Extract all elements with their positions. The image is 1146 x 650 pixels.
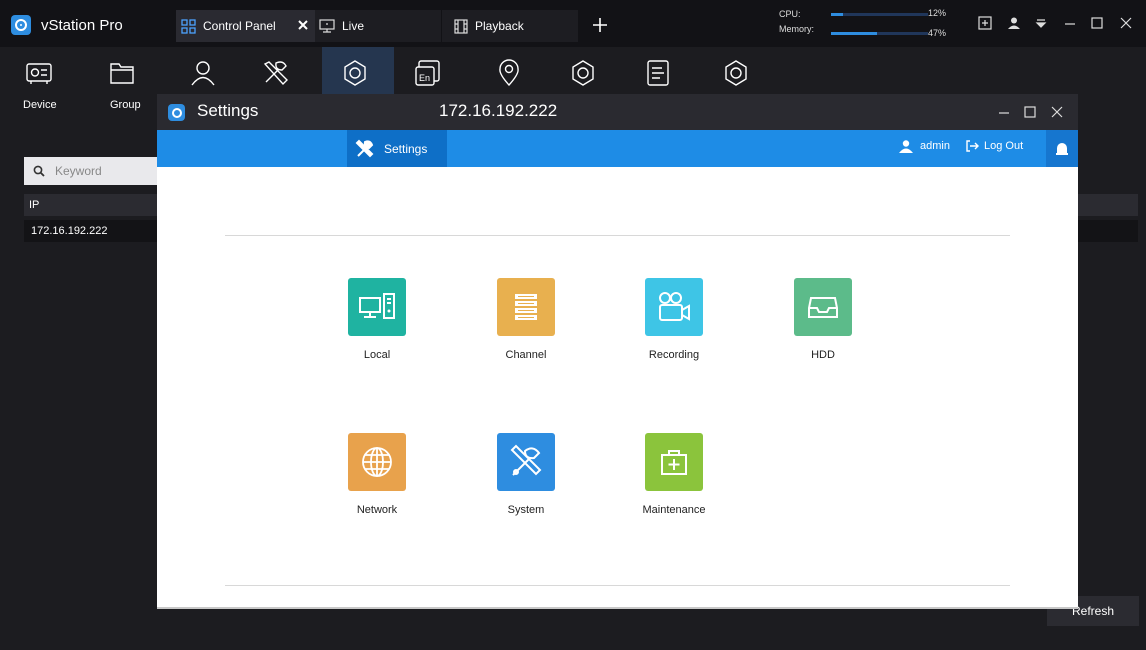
tab-label: Control Panel <box>203 19 276 33</box>
maximize-icon[interactable] <box>1090 16 1104 30</box>
tile-label: Channel <box>505 349 547 361</box>
settings-tile-maintenance[interactable]: Maintenance <box>624 433 724 543</box>
alarm-button[interactable] <box>1046 130 1078 167</box>
tile-label: Maintenance <box>642 504 706 516</box>
logout-icon <box>965 139 979 153</box>
app-logo-icon <box>11 15 31 35</box>
tab-settings[interactable]: Settings <box>347 130 447 167</box>
logout-label: Log Out <box>984 140 1024 152</box>
device-ip-title: 172.16.192.222 <box>439 101 558 120</box>
settings-tile-hdd[interactable]: HDD <box>773 278 873 388</box>
user-outline-icon[interactable] <box>188 58 218 88</box>
tab-control-panel[interactable]: Control Panel <box>176 10 315 42</box>
settings-tile-recording[interactable]: Recording <box>624 278 724 388</box>
search-placeholder: Keyword <box>55 164 102 178</box>
memory-usage-fill <box>831 32 877 35</box>
tools-icon <box>497 433 555 491</box>
settings-maximize-icon[interactable] <box>1023 105 1037 119</box>
film-icon <box>454 18 468 34</box>
user-icon[interactable] <box>1007 16 1021 30</box>
close-icon[interactable] <box>1119 16 1133 30</box>
settings-logo-icon <box>168 104 185 121</box>
settings-tile-channel[interactable]: Channel <box>476 278 576 388</box>
cpu-percent: 12% <box>928 8 947 18</box>
add-tab-icon[interactable] <box>592 17 608 33</box>
close-tab-icon[interactable] <box>296 18 310 32</box>
settings-minimize-icon[interactable] <box>997 105 1011 119</box>
tile-label: Network <box>356 504 398 516</box>
grid-icon <box>181 18 196 34</box>
tile-label: HDD <box>811 349 835 361</box>
memory-label: Memory: <box>779 24 815 34</box>
search-input[interactable]: Keyword <box>24 157 159 185</box>
location-pin-icon[interactable] <box>494 58 524 88</box>
settings-tile-network[interactable]: Network <box>327 433 427 543</box>
config-gear-icon[interactable] <box>568 58 598 88</box>
tab-playback[interactable]: Playback <box>442 10 578 42</box>
tile-label: System <box>507 504 545 516</box>
hdd-icon <box>794 278 852 336</box>
settings-nav-bar: Settings admin Log Out <box>157 130 1078 167</box>
channel-icon <box>497 278 555 336</box>
column-ip: IP <box>29 199 40 211</box>
settings-gear-icon[interactable] <box>340 58 370 88</box>
cpu-usage-fill <box>831 13 843 16</box>
app-window: vStation Pro Control Panel Live Playback <box>0 0 1146 650</box>
tab-settings-label: Settings <box>384 141 428 156</box>
memory-usage-bar <box>831 32 928 35</box>
settings-window: Settings 172.16.192.222 Settings admin L… <box>157 94 1078 609</box>
toolbox-icon <box>645 433 703 491</box>
search-icon <box>33 165 45 177</box>
cpu-label: CPU: <box>779 9 801 19</box>
layout-icon[interactable] <box>978 16 992 30</box>
tools-icon <box>355 139 375 159</box>
computer-icon <box>348 278 406 336</box>
monitor-icon <box>319 18 335 34</box>
settings-window-titlebar: Settings 172.16.192.222 <box>157 94 1078 130</box>
app-name: vStation Pro <box>41 16 123 34</box>
divider <box>225 235 1010 236</box>
current-user[interactable]: admin <box>899 139 950 153</box>
logout-button[interactable]: Log Out <box>965 139 1023 153</box>
camera-icon <box>645 278 703 336</box>
cpu-usage-bar <box>831 13 928 16</box>
user-icon <box>899 139 913 153</box>
title-bar: vStation Pro Control Panel Live Playback <box>0 0 1146 47</box>
device-icon[interactable] <box>24 58 54 88</box>
tab-label: Playback <box>475 19 524 33</box>
svg-text:En: En <box>419 73 430 83</box>
device-label[interactable]: Device <box>23 99 57 111</box>
memory-percent: 47% <box>928 28 947 38</box>
advanced-gear-icon[interactable] <box>721 58 751 88</box>
language-icon[interactable]: En <box>413 58 443 88</box>
dropdown-menu-icon[interactable] <box>1034 16 1048 30</box>
tile-label: Local <box>363 349 391 361</box>
tools-icon[interactable] <box>261 58 291 88</box>
divider <box>225 585 1010 586</box>
tile-label: Recording <box>648 349 700 361</box>
globe-icon <box>348 433 406 491</box>
minimize-icon[interactable] <box>1063 16 1077 30</box>
tab-label: Live <box>342 19 365 33</box>
tab-live[interactable]: Live <box>315 10 441 42</box>
username: admin <box>920 140 950 152</box>
settings-window-title: Settings <box>197 101 259 120</box>
settings-tile-local[interactable]: Local <box>327 278 427 388</box>
settings-close-icon[interactable] <box>1050 105 1064 119</box>
app-brand: vStation Pro <box>11 14 123 36</box>
group-folder-icon[interactable] <box>107 58 137 88</box>
log-list-icon[interactable] <box>643 58 673 88</box>
alarm-bell-icon <box>1055 141 1069 156</box>
group-label[interactable]: Group <box>110 99 141 111</box>
device-ip-cell: 172.16.192.222 <box>31 225 108 237</box>
settings-tile-system[interactable]: System <box>476 433 576 543</box>
